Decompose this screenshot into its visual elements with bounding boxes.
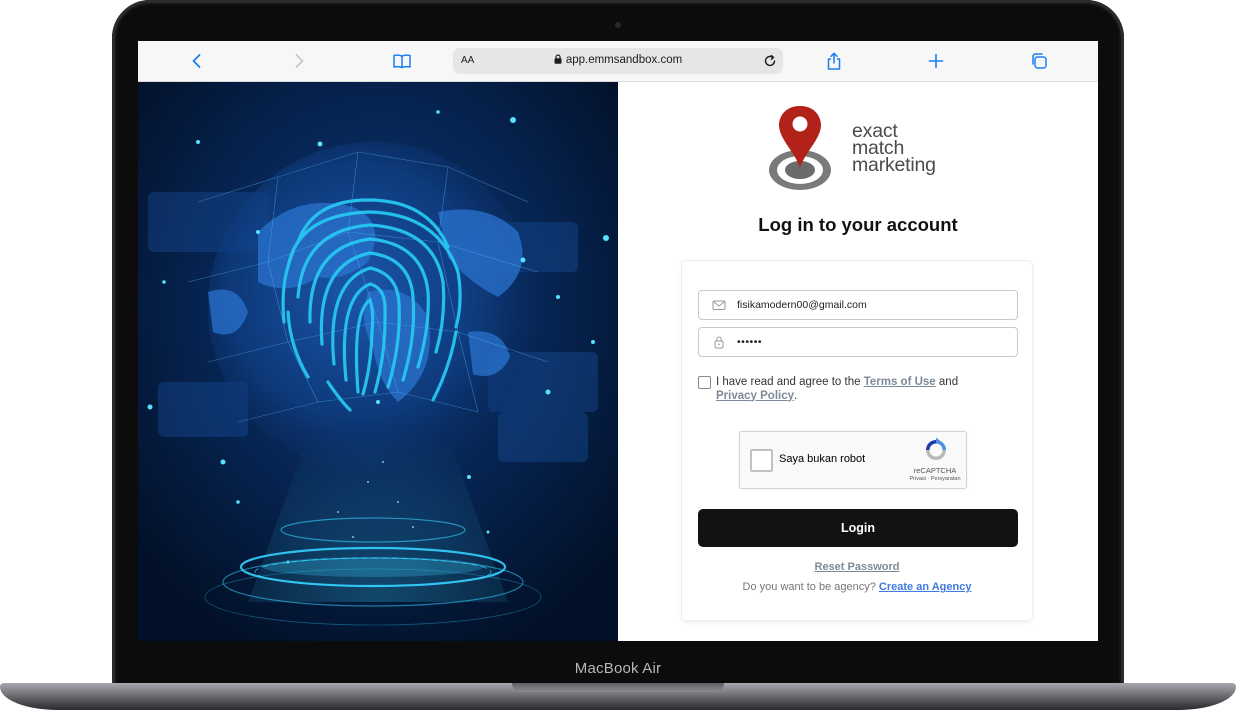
login-card: I have read and agree to the Terms of Us…	[682, 261, 1032, 620]
browser-screen: AA app.emmsandbox.com exact match market…	[138, 41, 1098, 641]
camera-icon	[615, 22, 621, 28]
recaptcha-brand: reCAPTCHA	[913, 466, 957, 475]
email-field[interactable]	[698, 290, 1018, 320]
browser-toolbar: AA app.emmsandbox.com	[138, 41, 1098, 82]
forward-icon[interactable]	[289, 51, 309, 71]
share-icon[interactable]	[824, 51, 844, 71]
agree-suffix: .	[794, 389, 798, 402]
agree-text: I have read and agree to the Terms of Us…	[716, 376, 1016, 403]
recaptcha-terms[interactable]: Privasi · Persyaratan	[890, 476, 980, 482]
lock-icon	[554, 54, 562, 64]
agree-and: and	[935, 376, 959, 388]
login-panel: exact match marketing Log in to your acc…	[618, 82, 1098, 641]
password-field[interactable]	[698, 327, 1018, 357]
map-pin-logo-icon	[769, 106, 831, 190]
terms-of-use-link[interactable]: Terms of Use	[864, 376, 936, 388]
brand-wordmark: exact match marketing	[852, 121, 936, 176]
lock-icon	[714, 336, 724, 349]
recaptcha-checkbox[interactable]	[750, 449, 773, 472]
login-button[interactable]: Login	[698, 509, 1018, 547]
address-bar[interactable]: AA app.emmsandbox.com	[453, 48, 783, 74]
recaptcha-label: Saya bukan robot	[779, 453, 866, 465]
recaptcha-logo-icon	[926, 437, 946, 460]
reset-password-link[interactable]: Reset Password	[682, 561, 1032, 573]
new-tab-icon[interactable]	[926, 51, 946, 71]
device-label: MacBook Air	[574, 660, 662, 677]
bookmarks-icon[interactable]	[392, 51, 412, 71]
back-icon[interactable]	[187, 51, 207, 71]
privacy-policy-link[interactable]: Privacy Policy	[716, 390, 794, 402]
email-input[interactable]	[737, 291, 1007, 319]
envelope-icon	[712, 300, 726, 310]
agency-prompt: Do you want to be agency? Create an Agen…	[682, 581, 1032, 593]
page-title: Log in to your account	[758, 214, 958, 235]
agency-question: Do you want to be agency?	[742, 581, 879, 593]
url-label: app.emmsandbox.com	[565, 54, 683, 66]
reload-icon[interactable]	[761, 52, 779, 70]
recaptcha-widget: Saya bukan robot reCAPTCHA Privasi · Per…	[739, 431, 967, 489]
tabs-icon[interactable]	[1029, 51, 1049, 71]
agree-checkbox[interactable]	[698, 376, 711, 389]
password-input[interactable]	[737, 328, 1007, 356]
fingerprint-globe-illustration	[138, 82, 618, 641]
brand-logo: exact match marketing	[768, 104, 958, 196]
brand-line-3: marketing	[852, 154, 936, 176]
create-agency-link[interactable]: Create an Agency	[879, 581, 972, 593]
laptop-notch	[512, 683, 724, 692]
url-text: app.emmsandbox.com	[453, 54, 783, 66]
agree-prefix: I have read and agree to the	[716, 376, 864, 388]
